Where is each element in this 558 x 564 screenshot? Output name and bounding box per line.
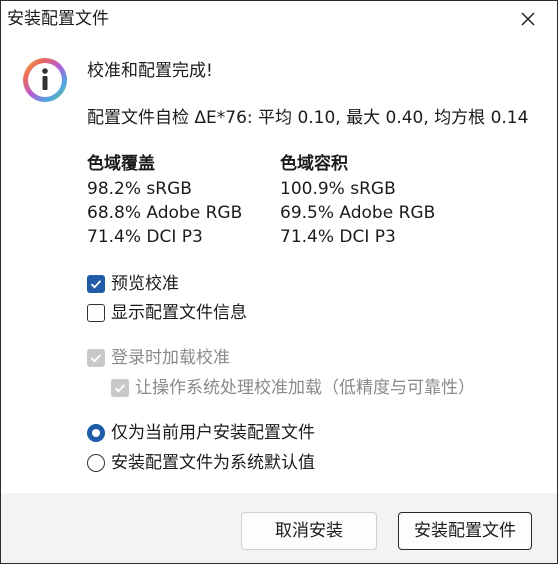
close-icon [521, 12, 535, 26]
dialog-footer: 取消安装 安装配置文件 [1, 493, 557, 563]
radio-button[interactable] [87, 454, 105, 472]
volume-adobe-rgb: 69.5% Adobe RGB [280, 203, 436, 223]
coverage-srgb: 98.2% sRGB [87, 179, 192, 199]
checkmark-icon [114, 384, 126, 393]
checkbox-box[interactable] [87, 275, 105, 293]
volume-dci-p3: 71.4% DCI P3 [280, 227, 396, 247]
checkmark-icon [90, 354, 102, 363]
gamut-volume: 色域容积 100.9% sRGB 69.5% Adobe RGB 71.4% D… [280, 153, 435, 249]
install-system-default-radio[interactable]: 安装配置文件为系统默认值 [87, 452, 315, 474]
load-on-login-checkbox: 登录时加载校准 [87, 347, 230, 369]
window-title: 安装配置文件 [7, 9, 109, 29]
checkbox-box[interactable] [87, 304, 105, 322]
os-handles-calibration-label: 让操作系统处理校准加载（低精度与可靠性） [135, 378, 475, 398]
title-bar: 安装配置文件 [1, 1, 557, 37]
radio-button[interactable] [87, 424, 105, 442]
cancel-install-button[interactable]: 取消安装 [241, 512, 377, 550]
volume-srgb: 100.9% sRGB [280, 179, 396, 199]
completion-message: 校准和配置完成! [87, 61, 213, 81]
install-profile-button[interactable]: 安装配置文件 [398, 512, 532, 550]
checkbox-box [87, 349, 105, 367]
os-handles-calibration-checkbox: 让操作系统处理校准加载（低精度与可靠性） [111, 377, 475, 399]
preview-calibration-label: 预览校准 [111, 274, 179, 294]
load-on-login-label: 登录时加载校准 [111, 348, 230, 368]
gamut-coverage: 色域覆盖 98.2% sRGB 68.8% Adobe RGB 71.4% DC… [87, 153, 242, 249]
profile-selfcheck: 配置文件自检 ΔE*76: 平均 0.10, 最大 0.40, 均方根 0.14 [87, 108, 529, 128]
coverage-adobe-rgb: 68.8% Adobe RGB [87, 203, 243, 223]
info-icon [23, 58, 67, 102]
install-current-user-radio[interactable]: 仅为当前用户安装配置文件 [87, 422, 315, 444]
show-profile-info-label: 显示配置文件信息 [111, 303, 247, 323]
install-profile-dialog: 安装配置文件 校准和配置完成! 配置文件自检 ΔE*76: 平均 0.10, 最… [0, 0, 558, 564]
install-system-default-label: 安装配置文件为系统默认值 [111, 453, 315, 473]
show-profile-info-checkbox[interactable]: 显示配置文件信息 [87, 302, 247, 324]
dialog-content: 校准和配置完成! 配置文件自检 ΔE*76: 平均 0.10, 最大 0.40,… [1, 37, 557, 493]
gamut-volume-heading: 色域容积 [280, 154, 348, 174]
preview-calibration-checkbox[interactable]: 预览校准 [87, 273, 179, 295]
gamut-coverage-heading: 色域覆盖 [87, 154, 155, 174]
close-button[interactable] [499, 1, 557, 37]
coverage-dci-p3: 71.4% DCI P3 [87, 227, 203, 247]
install-current-user-label: 仅为当前用户安装配置文件 [111, 423, 315, 443]
checkmark-icon [90, 280, 102, 289]
checkbox-box [111, 379, 129, 397]
